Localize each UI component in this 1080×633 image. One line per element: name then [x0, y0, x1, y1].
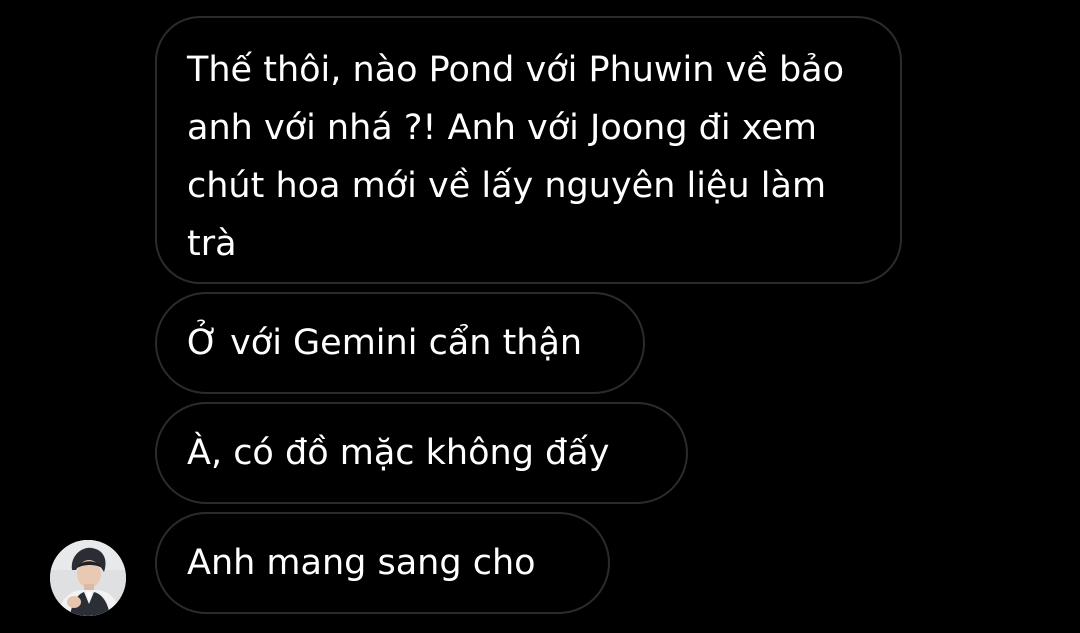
- sender-avatar[interactable]: [50, 540, 126, 616]
- message-text: Anh mang sang cho: [187, 543, 536, 583]
- message-text: Ở với Gemini cẩn thận: [187, 323, 583, 363]
- message-text: À, có đồ mặc không đấy: [187, 433, 610, 473]
- message-bubble[interactable]: Ở với Gemini cẩn thận: [155, 292, 645, 394]
- message-bubble[interactable]: Anh mang sang cho: [155, 512, 610, 614]
- avatar-photo-icon: [50, 540, 126, 616]
- message-bubble[interactable]: Thế thôi, nào Pond với Phuwin về bảo anh…: [155, 16, 902, 284]
- message-thread: Thế thôi, nào Pond với Phuwin về bảo anh…: [0, 0, 1080, 633]
- message-text: Thế thôi, nào Pond với Phuwin về bảo anh…: [187, 50, 845, 264]
- message-bubble[interactable]: À, có đồ mặc không đấy: [155, 402, 688, 504]
